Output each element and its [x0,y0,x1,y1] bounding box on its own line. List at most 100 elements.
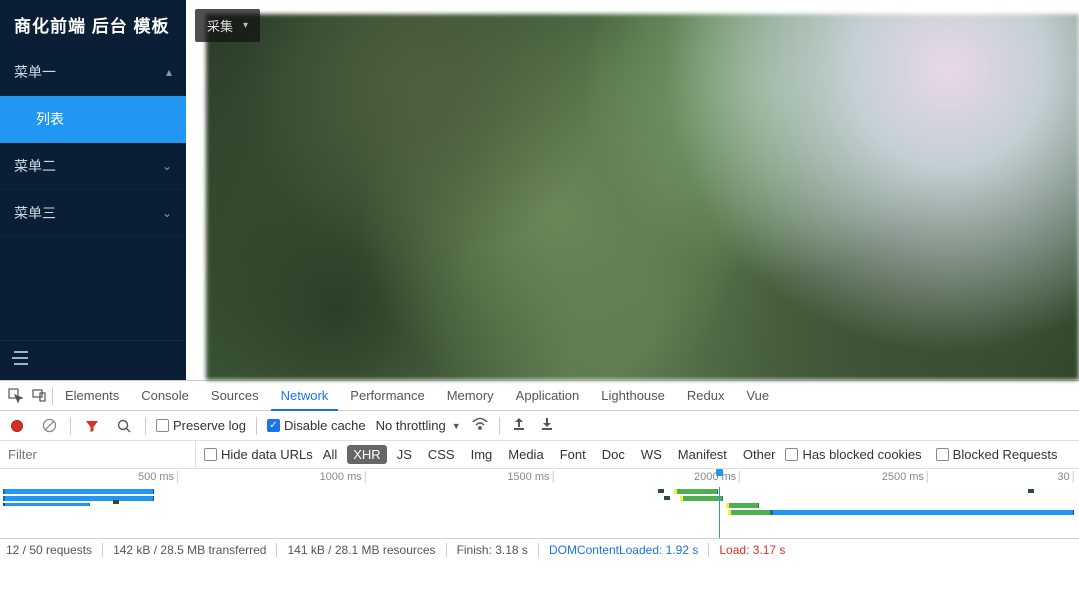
has-blocked-cookies-label: Has blocked cookies [802,447,921,462]
request-bar[interactable] [113,500,119,504]
timeline-body [0,487,1079,538]
request-bar[interactable] [1028,489,1034,493]
collapse-icon [12,351,28,365]
chevron-up-icon: ▴ [166,65,172,79]
divider [145,417,146,435]
chevron-down-icon: ▼ [452,421,461,431]
filter-type-xhr[interactable]: XHR [347,445,386,464]
request-bar[interactable] [658,489,664,493]
status-load: Load: 3.17 s [719,543,785,557]
request-bar[interactable] [728,510,771,515]
divider [708,543,709,557]
filter-type-ws[interactable]: WS [635,445,668,464]
chevron-down-icon: ⌄ [162,159,172,173]
tab-memory[interactable]: Memory [437,381,504,410]
sidebar-item-label: 菜单三 [14,203,56,223]
clear-button[interactable] [38,415,60,437]
sidebar-item-list[interactable]: 列表 [0,96,186,143]
tab-performance[interactable]: Performance [340,381,434,410]
tab-redux[interactable]: Redux [677,381,735,410]
tab-sources[interactable]: Sources [201,381,269,410]
checkbox-icon [936,448,949,461]
sidebar-item-menu-3[interactable]: 菜单三 ⌄ [0,190,186,237]
blocked-requests-label: Blocked Requests [953,447,1058,462]
blocked-requests-checkbox[interactable]: Blocked Requests [936,447,1058,462]
preserve-log-checkbox[interactable]: Preserve log [156,418,246,433]
filter-type-media[interactable]: Media [502,445,549,464]
disable-cache-label: Disable cache [284,418,366,433]
export-har-icon[interactable] [538,417,556,434]
app-title: 商化前端 后台 模板 [0,0,186,49]
timeline-ruler: 500 ms 1000 ms 1500 ms 2000 ms 2500 ms 3… [0,469,1079,487]
search-icon[interactable] [113,415,135,437]
divider [446,543,447,557]
disable-cache-checkbox[interactable]: ✓ Disable cache [267,418,366,433]
sidebar-collapse-button[interactable] [0,340,186,380]
sidebar: 商化前端 后台 模板 菜单一 ▴ 列表 菜单二 ⌄ 菜单三 ⌄ [0,0,186,380]
network-timeline[interactable]: 500 ms 1000 ms 1500 ms 2000 ms 2500 ms 3… [0,469,1079,539]
request-bar[interactable] [664,496,670,500]
request-bar[interactable] [3,503,89,506]
tab-console[interactable]: Console [131,381,199,410]
preserve-log-label: Preserve log [173,418,246,433]
inspect-icon[interactable] [4,385,26,407]
has-blocked-cookies-checkbox[interactable]: Has blocked cookies [785,447,921,462]
tab-vue[interactable]: Vue [736,381,779,410]
status-requests: 12 / 50 requests [6,543,92,557]
divider [256,417,257,435]
tab-elements[interactable]: Elements [55,381,129,410]
capture-dropdown[interactable]: 采集 ▾ [195,9,260,42]
filter-type-doc[interactable]: Doc [596,445,631,464]
timeline-playhead[interactable] [719,487,720,538]
capture-label: 采集 [207,16,233,35]
filter-input[interactable] [0,441,195,468]
record-button[interactable] [6,415,28,437]
sidebar-menu: 菜单一 ▴ 列表 菜单二 ⌄ 菜单三 ⌄ [0,49,186,340]
filter-row: Hide data URLs All XHR JS CSS Img Media … [0,441,1079,469]
tab-network[interactable]: Network [271,382,339,411]
checkbox-icon [204,448,217,461]
filter-type-font[interactable]: Font [554,445,592,464]
request-bar[interactable] [674,489,717,494]
import-har-icon[interactable] [510,417,528,434]
record-icon [11,420,23,432]
timeline-tick: 1000 ms [320,471,366,483]
sidebar-item-label: 菜单二 [14,156,56,176]
sidebar-item-label: 列表 [36,109,64,129]
timeline-tick: 2500 ms [882,471,928,483]
filter-type-all[interactable]: All [317,445,343,464]
devtools-panel: Elements Console Sources Network Perform… [0,380,1079,593]
filter-type-other[interactable]: Other [737,445,782,464]
divider [276,543,277,557]
sidebar-item-menu-1[interactable]: 菜单一 ▴ [0,49,186,96]
chevron-down-icon: ▾ [243,20,248,31]
filter-type-img[interactable]: Img [465,445,499,464]
request-bar[interactable] [771,510,1073,515]
filter-type-manifest[interactable]: Manifest [672,445,733,464]
background-image [206,14,1079,380]
throttling-dropdown[interactable]: No throttling ▼ [376,418,461,433]
request-bar[interactable] [726,503,758,508]
timeline-tick: 500 ms [138,471,178,483]
filter-icon[interactable] [81,415,103,437]
hide-data-urls-checkbox[interactable]: Hide data URLs [204,447,313,462]
sidebar-item-label: 菜单一 [14,62,56,82]
filter-type-css[interactable]: CSS [422,445,461,464]
tab-application[interactable]: Application [506,381,590,410]
filter-type-js[interactable]: JS [391,445,418,464]
status-transferred: 142 kB / 28.5 MB transferred [113,543,266,557]
status-finish: Finish: 3.18 s [457,543,528,557]
divider [538,543,539,557]
checkbox-icon [156,419,169,432]
divider [499,417,500,435]
device-toggle-icon[interactable] [28,385,50,407]
network-conditions-icon[interactable] [471,417,489,434]
divider [102,543,103,557]
request-bar[interactable] [680,496,723,501]
sidebar-item-menu-2[interactable]: 菜单二 ⌄ [0,143,186,190]
request-bar[interactable] [3,489,154,494]
divider [52,387,53,405]
request-bar[interactable] [3,496,154,501]
content-pane: 采集 ▾ [186,0,1079,380]
tab-lighthouse[interactable]: Lighthouse [591,381,675,410]
